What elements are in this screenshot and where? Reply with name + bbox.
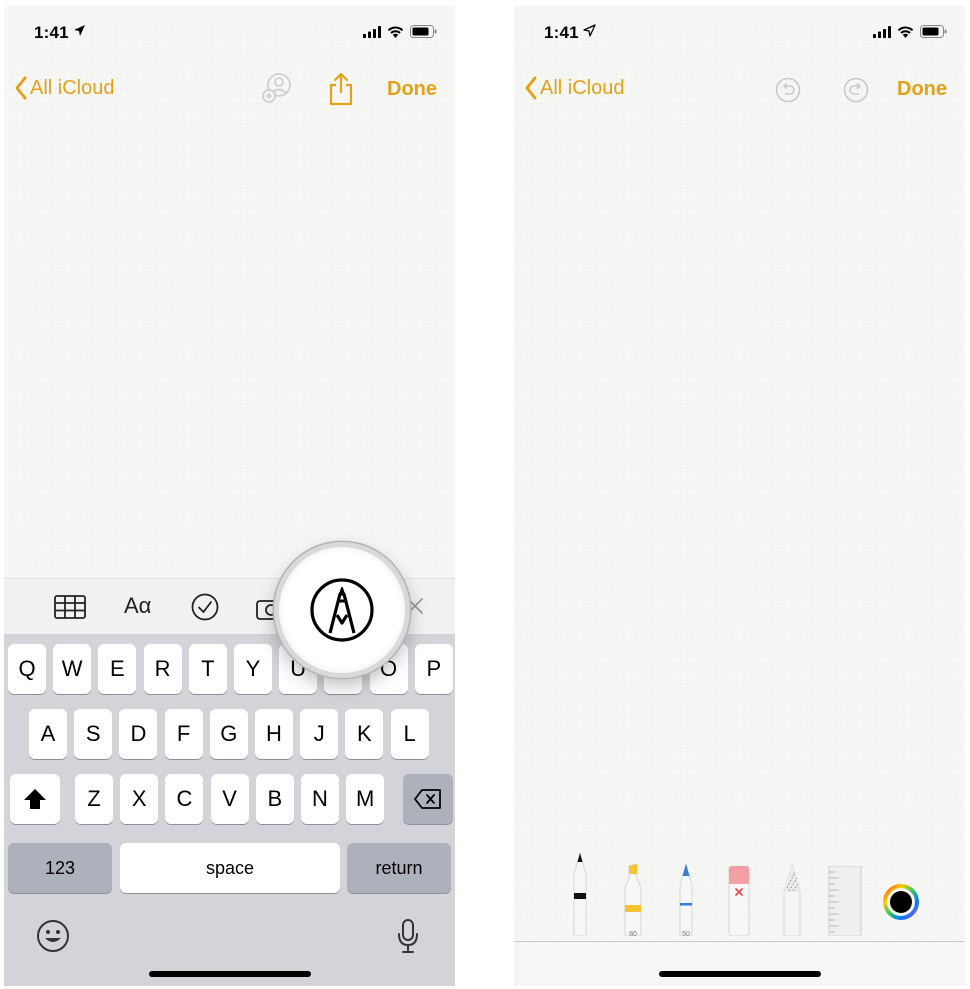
key-s[interactable]: S [74,709,113,759]
pen-icon [573,851,587,937]
wifi-icon [387,25,404,38]
key-z[interactable]: Z [75,774,113,824]
ruler-icon [828,865,862,937]
status-icons [873,25,947,38]
space-key[interactable]: space [120,843,340,893]
wifi-icon [897,25,914,38]
key-p[interactable]: P [414,644,453,694]
phone-screen-drawing: 1:41 All iCloud Done 80 50 [514,6,965,986]
ruler-tool[interactable] [828,865,862,941]
dictation-button[interactable] [396,918,420,959]
battery-icon [920,25,947,38]
chevron-left-icon [525,76,537,100]
emoji-icon [37,920,69,952]
color-wheel-icon [883,884,919,920]
share-button[interactable] [328,72,354,111]
status-bar: 1:41 [514,6,965,56]
marker-icon [624,863,642,937]
key-f[interactable]: F [164,709,203,759]
location-arrow-icon [73,25,85,36]
pencil-tool[interactable]: 50 [674,862,698,941]
pen-tool[interactable] [568,851,592,941]
status-icons [363,25,437,38]
markup-button-magnified[interactable] [274,542,410,678]
undo-button[interactable] [775,77,801,108]
key-e[interactable]: E [98,644,137,694]
table-button[interactable] [54,595,86,624]
color-picker-button[interactable] [883,884,919,925]
back-button[interactable]: All iCloud [14,76,114,100]
marker-size-label: 80 [629,931,637,938]
eraser-icon [728,865,750,937]
navigation-bar: All iCloud Done [4,68,455,112]
key-a[interactable]: A [29,709,67,759]
lasso-tool[interactable] [780,862,804,941]
cellular-signal-icon [363,25,381,38]
key-m[interactable]: M [346,774,385,824]
drawing-tool-palette: 80 50 [514,851,965,942]
status-time: 1:41 [34,23,86,43]
delete-icon [414,789,441,809]
lasso-icon [783,862,801,937]
checklist-button[interactable] [191,593,219,626]
key-h[interactable]: H [255,709,293,759]
return-key[interactable]: return [347,843,451,893]
delete-key[interactable] [403,774,453,824]
key-l[interactable]: L [390,709,429,759]
phone-screen-keyboard: 1:41 All iCloud Done Aα Q W E R T Y U O … [4,6,455,986]
add-people-button[interactable] [260,72,296,109]
key-t[interactable]: T [188,644,227,694]
pencil-icon [679,862,693,937]
software-keyboard: QWERTYUIOP ASDFGHJKL ZXCVBNM 123 space r… [4,634,455,986]
done-button[interactable]: Done [387,78,437,101]
key-g[interactable]: G [209,709,248,759]
eraser-tool[interactable] [727,865,751,941]
emoji-button[interactable] [36,919,70,958]
key-d[interactable]: D [119,709,158,759]
key-n[interactable]: N [301,774,339,824]
markup-icon [310,578,374,642]
location-arrow-icon [583,24,596,37]
battery-icon [410,25,437,38]
key-w[interactable]: W [53,644,92,694]
keyboard-row-2: ASDFGHJKL [4,709,455,759]
navigation-bar: All iCloud Done [514,68,965,112]
microphone-icon [398,919,418,953]
cellular-signal-icon [873,25,891,38]
redo-button[interactable] [843,77,869,108]
checklist-icon [191,593,219,621]
done-button[interactable]: Done [897,78,947,101]
share-icon [329,72,353,106]
key-j[interactable]: J [300,709,339,759]
home-indicator [658,971,821,977]
shift-key[interactable] [10,774,60,824]
status-bar: 1:41 [4,6,455,56]
keyboard-row-4: 123 space return [4,843,455,893]
shift-icon [24,789,46,809]
key-q[interactable]: Q [8,644,46,694]
add-people-icon [262,73,291,103]
pencil-size-label: 50 [682,931,690,938]
back-label: All iCloud [540,76,625,99]
marker-tool[interactable]: 80 [620,863,646,941]
key-b[interactable]: B [255,774,294,824]
key-x[interactable]: X [120,774,159,824]
key-k[interactable]: K [345,709,384,759]
key-r[interactable]: R [143,644,182,694]
undo-icon [775,77,801,103]
bottom-bar [514,943,965,986]
back-label: All iCloud [30,76,115,99]
key-v[interactable]: V [210,774,249,824]
table-icon [54,595,86,619]
chevron-left-icon [15,76,27,100]
back-button[interactable]: All iCloud [524,76,624,100]
numbers-key[interactable]: 123 [8,843,112,893]
key-y[interactable]: Y [234,644,272,694]
format-text-button[interactable]: Aα [124,593,151,619]
redo-icon [843,77,869,103]
status-time: 1:41 [544,23,596,43]
keyboard-row-3: ZXCVBNM [4,774,455,824]
key-c[interactable]: C [165,774,204,824]
home-indicator [148,971,311,977]
